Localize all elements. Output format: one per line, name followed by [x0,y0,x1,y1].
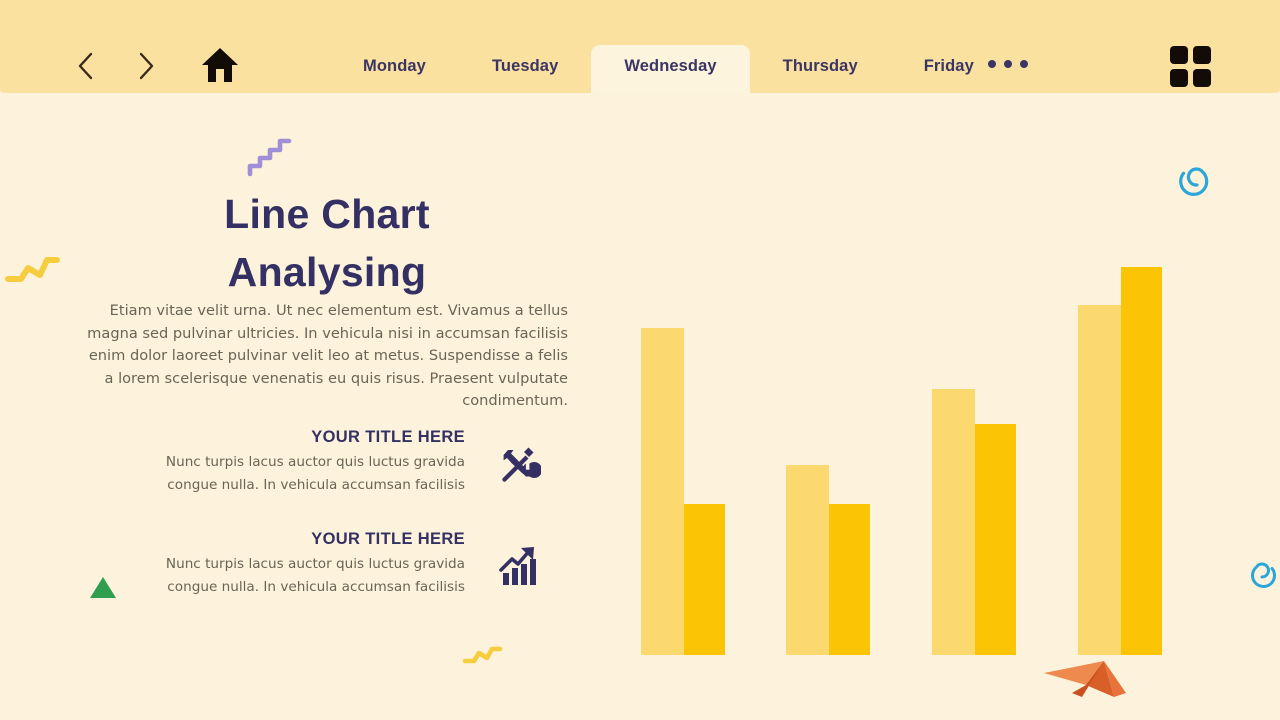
feature-2-title: YOUR TITLE HERE [311,530,465,548]
tools-wrench-screwdriver-icon [495,441,542,487]
home-icon[interactable] [200,44,240,86]
dot [1004,60,1012,68]
bar-series2-cat3 [975,424,1016,655]
growth-bar-chart-arrow-icon [495,543,541,589]
top-navigation-bar: Monday Tuesday Wednesday Thursday Friday [0,0,1280,93]
feature-2-description: Nunc turpis lacus auctor quis luctus gra… [165,556,465,595]
feature-block-2: YOUR TITLE HERE Nunc turpis lacus auctor… [140,527,540,607]
bar-series1-cat1 [641,328,684,655]
bar-series2-cat4 [1121,267,1162,655]
green-triangle-decoration [88,575,118,606]
page-title-line-1: Line Chart [224,191,430,237]
purple-stairs-decoration [242,128,296,185]
tab-tuesday[interactable]: Tuesday [459,45,591,93]
bar-series2-cat2 [829,504,870,655]
grid-cell [1193,46,1211,64]
more-horizontal-icon[interactable] [988,60,1028,68]
chevron-right-icon[interactable] [129,48,163,84]
bar-series1-cat2 [786,465,829,655]
chevron-left-icon[interactable] [68,48,102,84]
bar-series2-cat1 [684,504,725,655]
tab-thursday[interactable]: Thursday [750,45,891,93]
page-title-line-2: Analysing [227,249,427,295]
intro-paragraph: Etiam vitae velit urna. Ut nec elementum… [87,302,568,410]
feature-2-text: YOUR TITLE HERE Nunc turpis lacus auctor… [140,527,465,599]
feature-1-title: YOUR TITLE HERE [311,428,465,446]
bar-series1-cat4 [1078,305,1121,655]
dot [988,60,996,68]
bar-chart [600,110,1220,655]
yellow-squiggle-decoration [462,642,504,673]
grid-apps-icon[interactable] [1170,46,1212,88]
bar-series1-cat3 [932,389,975,655]
blue-spiral-small-decoration [1242,552,1280,595]
feature-block-1: YOUR TITLE HERE Nunc turpis lacus auctor… [140,425,542,505]
tab-monday[interactable]: Monday [330,45,459,93]
page-title: Line Chart Analysing [86,185,568,301]
dot [1020,60,1028,68]
yellow-zigzag-decoration [5,252,61,291]
feature-1-text: YOUR TITLE HERE Nunc turpis lacus auctor… [140,425,465,497]
feature-1-description: Nunc turpis lacus auctor quis luctus gra… [165,454,465,493]
day-tabs: Monday Tuesday Wednesday Thursday Friday [330,45,1007,93]
grid-cell [1170,69,1188,87]
orange-paper-plane-decoration [1042,655,1132,708]
grid-cell [1193,69,1211,87]
grid-cell [1170,46,1188,64]
tab-wednesday[interactable]: Wednesday [591,45,750,93]
tab-friday[interactable]: Friday [891,45,1007,93]
